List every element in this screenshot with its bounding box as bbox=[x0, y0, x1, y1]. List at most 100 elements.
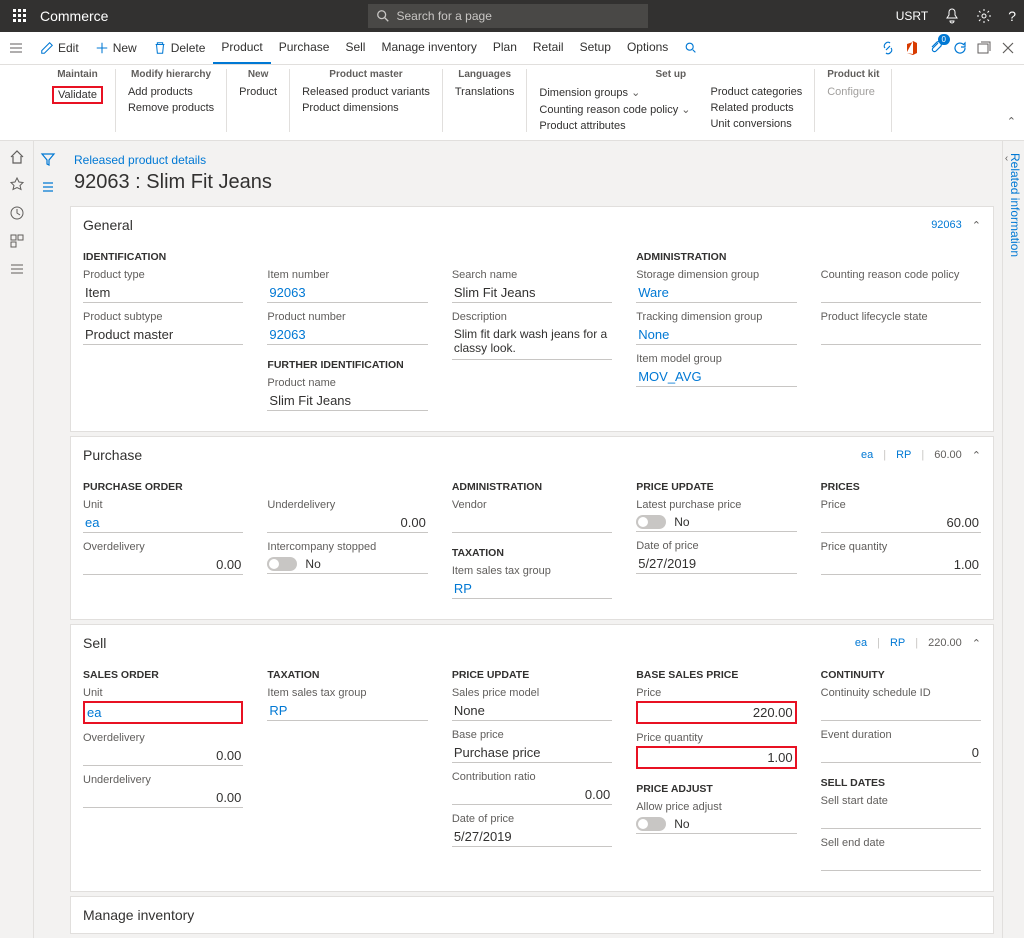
sell-underdelivery-field[interactable]: 0.00 bbox=[83, 788, 243, 808]
link-icon[interactable] bbox=[880, 40, 896, 56]
tab-product[interactable]: Product bbox=[213, 32, 270, 64]
search-name-field[interactable]: Slim Fit Jeans bbox=[452, 283, 612, 303]
remove-products-button[interactable]: Remove products bbox=[128, 102, 214, 114]
clock-icon[interactable] bbox=[9, 205, 25, 221]
item-model-field[interactable]: MOV_AVG bbox=[636, 367, 796, 387]
star-icon[interactable] bbox=[9, 177, 25, 193]
list-icon[interactable] bbox=[40, 179, 56, 195]
product-type-field[interactable]: Item bbox=[83, 283, 243, 303]
sell-unit-field[interactable]: ea bbox=[83, 701, 243, 724]
unit-conversions-button[interactable]: Unit conversions bbox=[710, 118, 802, 130]
manage-inventory-card: Manage inventory bbox=[70, 896, 994, 934]
description-field[interactable]: Slim fit dark wash jeans for a classy lo… bbox=[452, 325, 612, 360]
ribbon-group-maintain: Maintain bbox=[52, 69, 103, 80]
refresh-icon[interactable] bbox=[952, 40, 968, 56]
modules-icon[interactable] bbox=[9, 261, 25, 277]
sell-price-field[interactable]: 220.00 bbox=[636, 701, 796, 724]
workspaces-icon[interactable] bbox=[9, 233, 25, 249]
tab-options[interactable]: Options bbox=[619, 32, 676, 64]
purchase-qty-field[interactable]: 1.00 bbox=[821, 555, 981, 575]
menu-icon[interactable] bbox=[8, 40, 32, 56]
ribbon-group-modify: Modify hierarchy bbox=[128, 69, 214, 80]
product-attributes-button[interactable]: Product attributes bbox=[539, 120, 690, 132]
lifecycle-field[interactable] bbox=[821, 325, 981, 345]
product-dimensions-button[interactable]: Product dimensions bbox=[302, 102, 430, 114]
command-bar: Edit New Delete Product Purchase Sell Ma… bbox=[0, 32, 1024, 65]
base-price-field[interactable]: Purchase price bbox=[452, 743, 612, 763]
delete-button[interactable]: Delete bbox=[145, 32, 214, 64]
translations-button[interactable]: Translations bbox=[455, 86, 515, 98]
validate-button[interactable]: Validate bbox=[52, 86, 103, 104]
popup-icon[interactable] bbox=[976, 40, 992, 56]
filter-icon[interactable] bbox=[40, 151, 56, 167]
tab-retail[interactable]: Retail bbox=[525, 32, 572, 64]
reason-policy-field[interactable] bbox=[821, 283, 981, 303]
product-number-field[interactable]: 92063 bbox=[267, 325, 427, 345]
sales-price-model-field[interactable]: None bbox=[452, 701, 612, 721]
collapse-ribbon-icon[interactable]: ⌃ bbox=[1007, 115, 1016, 128]
event-duration-field[interactable]: 0 bbox=[821, 743, 981, 763]
continuity-sched-field[interactable] bbox=[821, 701, 981, 721]
ribbon-product-button[interactable]: Product bbox=[239, 86, 277, 98]
search-cmd-icon[interactable] bbox=[676, 32, 706, 64]
home-icon[interactable] bbox=[9, 149, 25, 165]
general-header[interactable]: General 92063⌃ bbox=[71, 207, 993, 243]
close-icon[interactable] bbox=[1000, 40, 1016, 56]
user-label[interactable]: USRT bbox=[896, 9, 928, 23]
product-categories-button[interactable]: Product categories bbox=[710, 86, 802, 98]
chevron-up-icon: ⌃ bbox=[972, 219, 981, 232]
tab-plan[interactable]: Plan bbox=[485, 32, 525, 64]
help-icon[interactable]: ? bbox=[1008, 8, 1016, 24]
sell-start-field[interactable] bbox=[821, 809, 981, 829]
office-icon[interactable] bbox=[904, 40, 920, 56]
sell-end-field[interactable] bbox=[821, 851, 981, 871]
app-title: Commerce bbox=[40, 8, 108, 24]
allow-adjust-toggle[interactable]: No bbox=[636, 815, 796, 834]
bell-icon[interactable] bbox=[944, 8, 960, 24]
related-info-rail[interactable]: ‹ Related information bbox=[1002, 141, 1024, 938]
app-launcher-icon[interactable] bbox=[8, 4, 32, 28]
vendor-field[interactable] bbox=[452, 513, 612, 533]
intercompany-toggle[interactable]: No bbox=[267, 555, 427, 574]
manage-inventory-header[interactable]: Manage inventory bbox=[71, 897, 993, 933]
breadcrumb[interactable]: Released product details bbox=[66, 141, 998, 171]
new-button[interactable]: New bbox=[87, 32, 145, 64]
purchase-overdelivery-field[interactable]: 0.00 bbox=[83, 555, 243, 575]
tab-manage-inventory[interactable]: Manage inventory bbox=[373, 32, 484, 64]
counting-reason-button[interactable]: Counting reason code policy ⌄ bbox=[539, 103, 690, 116]
tracking-dim-field[interactable]: None bbox=[636, 325, 796, 345]
latest-price-toggle[interactable]: No bbox=[636, 513, 796, 532]
related-products-button[interactable]: Related products bbox=[710, 102, 802, 114]
product-name-field[interactable]: Slim Fit Jeans bbox=[267, 391, 427, 411]
tab-purchase[interactable]: Purchase bbox=[271, 32, 338, 64]
add-products-button[interactable]: Add products bbox=[128, 86, 214, 98]
purchase-price-field[interactable]: 60.00 bbox=[821, 513, 981, 533]
released-variants-button[interactable]: Released product variants bbox=[302, 86, 430, 98]
tab-sell[interactable]: Sell bbox=[337, 32, 373, 64]
contribution-field[interactable]: 0.00 bbox=[452, 785, 612, 805]
purchase-tax-field[interactable]: RP bbox=[452, 579, 612, 599]
sell-header[interactable]: Sell ea| RP| 220.00 ⌃ bbox=[71, 625, 993, 661]
dimension-groups-button[interactable]: Dimension groups ⌄ bbox=[539, 86, 690, 99]
identification-group: IDENTIFICATION bbox=[83, 251, 243, 263]
purchase-header[interactable]: Purchase ea| RP| 60.00 ⌃ bbox=[71, 437, 993, 473]
sell-tax-field[interactable]: RP bbox=[267, 701, 427, 721]
purchase-card: Purchase ea| RP| 60.00 ⌃ PURCHASE ORDER … bbox=[70, 436, 994, 620]
gear-icon[interactable] bbox=[976, 8, 992, 24]
purchase-unit-field[interactable]: ea bbox=[83, 513, 243, 533]
tab-setup[interactable]: Setup bbox=[572, 32, 619, 64]
purchase-underdelivery-field[interactable]: 0.00 bbox=[267, 513, 427, 533]
global-search[interactable]: Search for a page bbox=[368, 4, 648, 28]
chevron-up-icon: ⌃ bbox=[972, 449, 981, 462]
purchase-date-field[interactable]: 5/27/2019 bbox=[636, 554, 796, 574]
item-number-field[interactable]: 92063 bbox=[267, 283, 427, 303]
configure-button: Configure bbox=[827, 86, 879, 98]
edit-button[interactable]: Edit bbox=[32, 32, 87, 64]
ribbon-group-kit: Product kit bbox=[827, 69, 879, 80]
product-subtype-field[interactable]: Product master bbox=[83, 325, 243, 345]
storage-dim-field[interactable]: Ware bbox=[636, 283, 796, 303]
sell-qty-field[interactable]: 1.00 bbox=[636, 746, 796, 769]
attachments-icon[interactable]: 0 bbox=[928, 40, 944, 56]
sell-overdelivery-field[interactable]: 0.00 bbox=[83, 746, 243, 766]
sell-date-field[interactable]: 5/27/2019 bbox=[452, 827, 612, 847]
